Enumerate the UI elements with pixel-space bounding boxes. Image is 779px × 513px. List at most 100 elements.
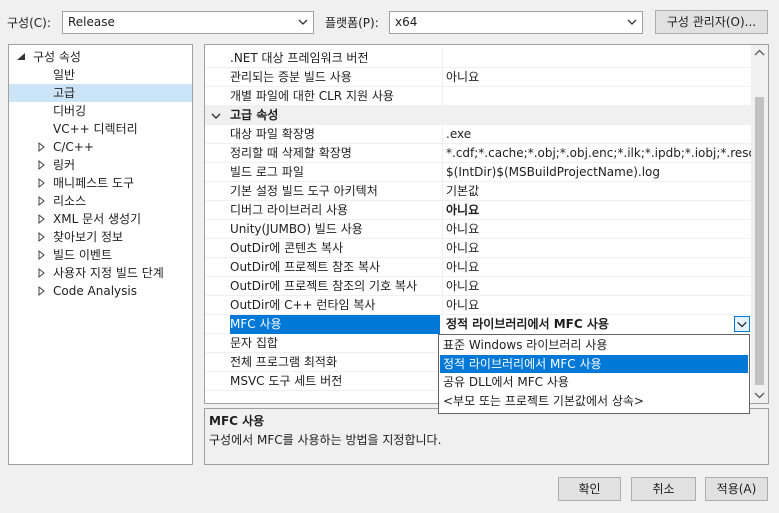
property-value[interactable]: $(IntDir)$(MSBuildProjectName).log (442, 163, 752, 182)
config-manager-button[interactable]: 구성 관리자(O)... (655, 10, 768, 34)
property-row[interactable]: MFC 사용 정적 라이브러리에서 MFC 사용 (205, 315, 752, 334)
tree-item-label: 빌드 이벤트 (53, 248, 113, 262)
tree-item[interactable]: VC++ 디렉터리 (9, 120, 192, 138)
grid-scrollbar[interactable] (751, 45, 768, 403)
description-text: 구성에서 MFC를 사용하는 방법을 지정합니다. (209, 433, 442, 447)
collapsed-triangle-icon[interactable] (36, 232, 46, 242)
property-row[interactable]: OutDir에 프로젝트 참조의 기호 복사 아니요 (205, 277, 752, 296)
chevron-down-icon (627, 19, 637, 25)
scrollbar-thumb[interactable] (755, 97, 764, 385)
property-name: 디버그 라이브러리 사용 (230, 203, 349, 217)
property-row[interactable]: 빌드 로그 파일 $(IntDir)$(MSBuildProjectName).l… (205, 163, 752, 182)
tree-root-label: 구성 속성 (33, 50, 81, 64)
property-name: 관리되는 증분 빌드 사용 (230, 70, 352, 84)
tree-item[interactable]: 찾아보기 정보 (9, 228, 192, 246)
property-name: MFC 사용 (230, 315, 440, 334)
property-value[interactable]: 아니요 (442, 296, 752, 315)
property-name: 대상 파일 확장명 (230, 127, 315, 141)
tree-item[interactable]: 사용자 지정 빌드 단계 (9, 264, 192, 282)
tree-root[interactable]: 구성 속성 (9, 48, 192, 66)
tree-item[interactable]: 리소스 (9, 192, 192, 210)
cancel-button[interactable]: 취소 (631, 477, 696, 501)
property-row[interactable]: OutDir에 프로젝트 참조 복사 아니요 (205, 258, 752, 277)
tree-item[interactable]: 고급 (9, 84, 192, 102)
description-panel: MFC 사용 구성에서 MFC를 사용하는 방법을 지정합니다. (204, 408, 769, 465)
property-name: OutDir에 프로젝트 참조 복사 (230, 260, 381, 274)
collapsed-triangle-icon[interactable] (36, 250, 46, 260)
scroll-up-icon[interactable] (754, 49, 765, 57)
property-name: OutDir에 C++ 런타임 복사 (230, 298, 376, 312)
property-tree[interactable]: 구성 속성 일반고급디버깅 VC++ 디렉터리 C/C++ 링커매니페스트 도구리소스… (8, 44, 193, 465)
property-name: 개별 파일에 대한 CLR 지원 사용 (230, 89, 394, 103)
collapsed-triangle-icon[interactable] (36, 178, 46, 188)
property-name: 기본 설정 빌드 도구 아키텍처 (230, 184, 378, 198)
property-value[interactable]: 아니요 (442, 258, 752, 277)
platform-combobox[interactable]: x64 (389, 11, 643, 34)
category-label: 고급 속성 (230, 108, 279, 122)
dropdown-option[interactable]: 공유 DLL에서 MFC 사용 (440, 373, 748, 391)
scroll-down-icon[interactable] (754, 391, 765, 399)
category-row[interactable]: 고급 속성 (205, 106, 752, 125)
property-value[interactable] (442, 87, 752, 106)
property-row[interactable]: Unity(JUMBO) 빌드 사용 아니요 (205, 220, 752, 239)
tree-item[interactable]: Code Analysis (9, 282, 192, 300)
property-value[interactable]: 정적 라이브러리에서 MFC 사용 (442, 315, 752, 334)
collapsed-triangle-icon[interactable] (36, 286, 46, 296)
property-value[interactable]: 아니요 (442, 277, 752, 296)
platform-label: 플랫폼(P): (325, 16, 379, 30)
tree-item-label: 고급 (53, 86, 76, 100)
tree-item-label: 일반 (53, 68, 76, 82)
property-row[interactable]: 디버그 라이브러리 사용 아니요 (205, 201, 752, 220)
tree-item-label: 사용자 지정 빌드 단계 (53, 266, 164, 280)
tree-item-label: C/C++ (53, 140, 94, 154)
collapsed-triangle-icon[interactable] (36, 196, 46, 206)
property-name: MSVC 도구 세트 버전 (230, 374, 343, 388)
mfc-dropdown-list[interactable]: 표준 Windows 라이브러리 사용 정적 라이브러리에서 MFC 사용 공유 D… (438, 334, 750, 414)
dropdown-option[interactable]: <부모 또는 프로젝트 기본값에서 상속> (440, 392, 748, 410)
property-row[interactable]: OutDir에 콘텐츠 복사 아니요 (205, 239, 752, 258)
property-value[interactable]: *.cdf;*.cache;*.obj;*.obj.enc;*.ilk;*.ip… (442, 144, 752, 163)
tree-item-label: 매니페스트 도구 (53, 176, 135, 190)
property-row[interactable]: 기본 설정 빌드 도구 아키텍처 기본값 (205, 182, 752, 201)
tree-item-label: Code Analysis (53, 284, 137, 298)
tree-item[interactable]: C/C++ (9, 138, 192, 156)
tree-item[interactable]: 링커 (9, 156, 192, 174)
property-row[interactable]: 개별 파일에 대한 CLR 지원 사용 (205, 87, 752, 106)
dropdown-option[interactable]: 정적 라이브러리에서 MFC 사용 (440, 354, 748, 373)
config-label: 구성(C): (7, 16, 51, 30)
property-value[interactable]: 기본값 (442, 182, 752, 201)
property-name: 전체 프로그램 최적화 (230, 355, 337, 369)
tree-item-label: XML 문서 생성기 (53, 212, 142, 226)
apply-button[interactable]: 적용(A) (705, 477, 768, 501)
tree-item-label: VC++ 디렉터리 (53, 122, 138, 136)
property-row[interactable]: .NET 대상 프레임워크 버전 (205, 49, 752, 68)
property-value[interactable]: .exe (442, 125, 752, 144)
dropdown-option[interactable]: 표준 Windows 라이브러리 사용 (440, 336, 748, 354)
property-row[interactable]: 관리되는 증분 빌드 사용 아니요 (205, 68, 752, 87)
description-title: MFC 사용 (209, 414, 265, 428)
ok-button[interactable]: 확인 (558, 477, 621, 501)
tree-item[interactable]: 일반 (9, 66, 192, 84)
config-combobox[interactable]: Release (62, 11, 314, 34)
collapsed-triangle-icon[interactable] (36, 142, 46, 152)
property-row[interactable]: 대상 파일 확장명 .exe (205, 125, 752, 144)
property-name: OutDir에 콘텐츠 복사 (230, 241, 344, 255)
property-value[interactable]: 아니요 (442, 201, 752, 220)
property-row[interactable]: OutDir에 C++ 런타임 복사 아니요 (205, 296, 752, 315)
tree-item-label: 리소스 (53, 194, 87, 208)
property-value[interactable]: 아니요 (442, 239, 752, 258)
property-value[interactable]: 아니요 (442, 68, 752, 87)
tree-item[interactable]: 빌드 이벤트 (9, 246, 192, 264)
property-row[interactable]: 정리할 때 삭제할 확장명 *.cdf;*.cache;*.obj;*.obj.e… (205, 144, 752, 163)
collapsed-triangle-icon[interactable] (36, 160, 46, 170)
property-value[interactable]: 아니요 (442, 220, 752, 239)
property-value[interactable] (442, 49, 752, 68)
chevron-down-icon (298, 19, 308, 25)
collapsed-triangle-icon[interactable] (36, 214, 46, 224)
tree-item[interactable]: XML 문서 생성기 (9, 210, 192, 228)
chevron-down-icon (211, 113, 221, 119)
tree-item[interactable]: 매니페스트 도구 (9, 174, 192, 192)
dropdown-button[interactable] (734, 316, 750, 332)
tree-item[interactable]: 디버깅 (9, 102, 192, 120)
collapsed-triangle-icon[interactable] (36, 268, 46, 278)
